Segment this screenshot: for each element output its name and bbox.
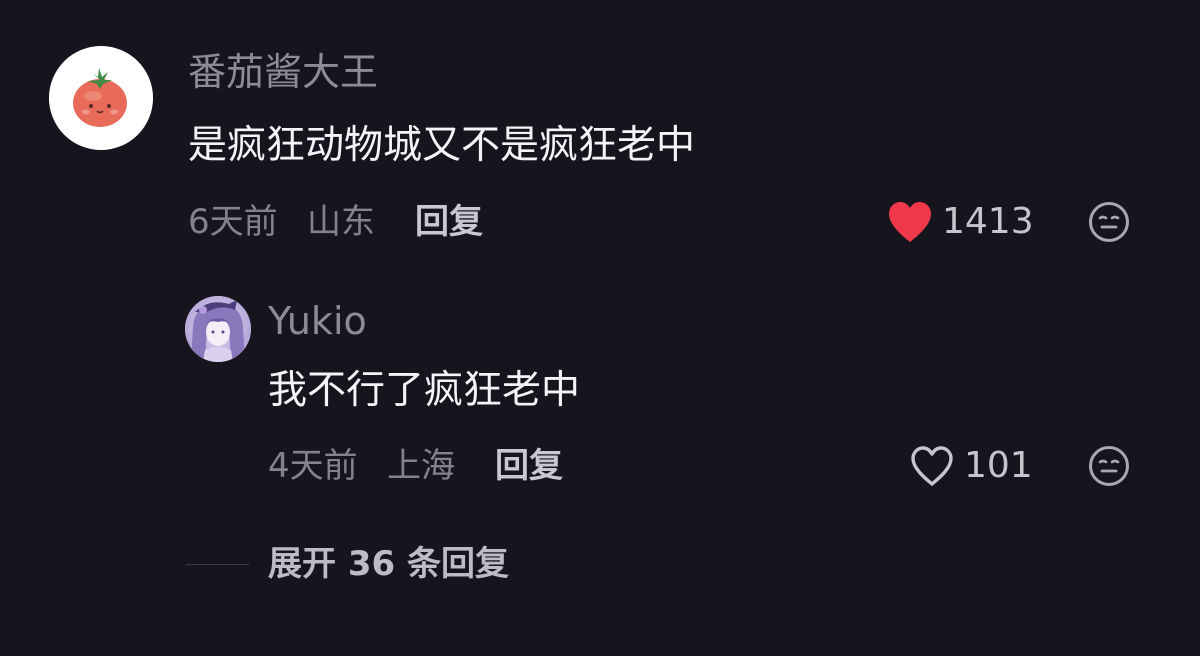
reply-to-reply-button[interactable]: 回复 (495, 446, 563, 486)
heart-filled-icon[interactable] (886, 200, 934, 248)
expand-replies-button[interactable]: 展开 36 条回复 (268, 543, 509, 585)
comment-thread: 番茄酱大王 是疯狂动物城又不是疯狂老中 6天前 山东 回复 1413 Yukio… (0, 0, 1200, 656)
comment-time: 6天前 (188, 202, 278, 242)
expand-divider (186, 564, 249, 565)
anime-girl-avatar-icon (185, 296, 251, 362)
tomato-avatar-icon (49, 46, 153, 150)
emoji-reaction-icon[interactable] (1088, 201, 1130, 243)
reply-button[interactable]: 回复 (415, 202, 483, 242)
user-avatar[interactable] (49, 46, 153, 150)
reply-username[interactable]: Yukio (268, 299, 367, 343)
reply-time: 4天前 (268, 446, 358, 486)
comment-text: 是疯狂动物城又不是疯狂老中 (188, 123, 696, 168)
comment-location: 山东 (307, 202, 375, 242)
reply-like-count: 101 (964, 445, 1033, 486)
like-count: 1413 (942, 201, 1034, 242)
reply-text: 我不行了疯狂老中 (268, 368, 581, 413)
comment-username[interactable]: 番茄酱大王 (188, 50, 378, 94)
heart-outline-icon[interactable] (908, 444, 956, 492)
reply-emoji-reaction-icon[interactable] (1088, 445, 1130, 487)
reply-location: 上海 (387, 446, 455, 486)
reply-user-avatar[interactable] (185, 296, 251, 362)
